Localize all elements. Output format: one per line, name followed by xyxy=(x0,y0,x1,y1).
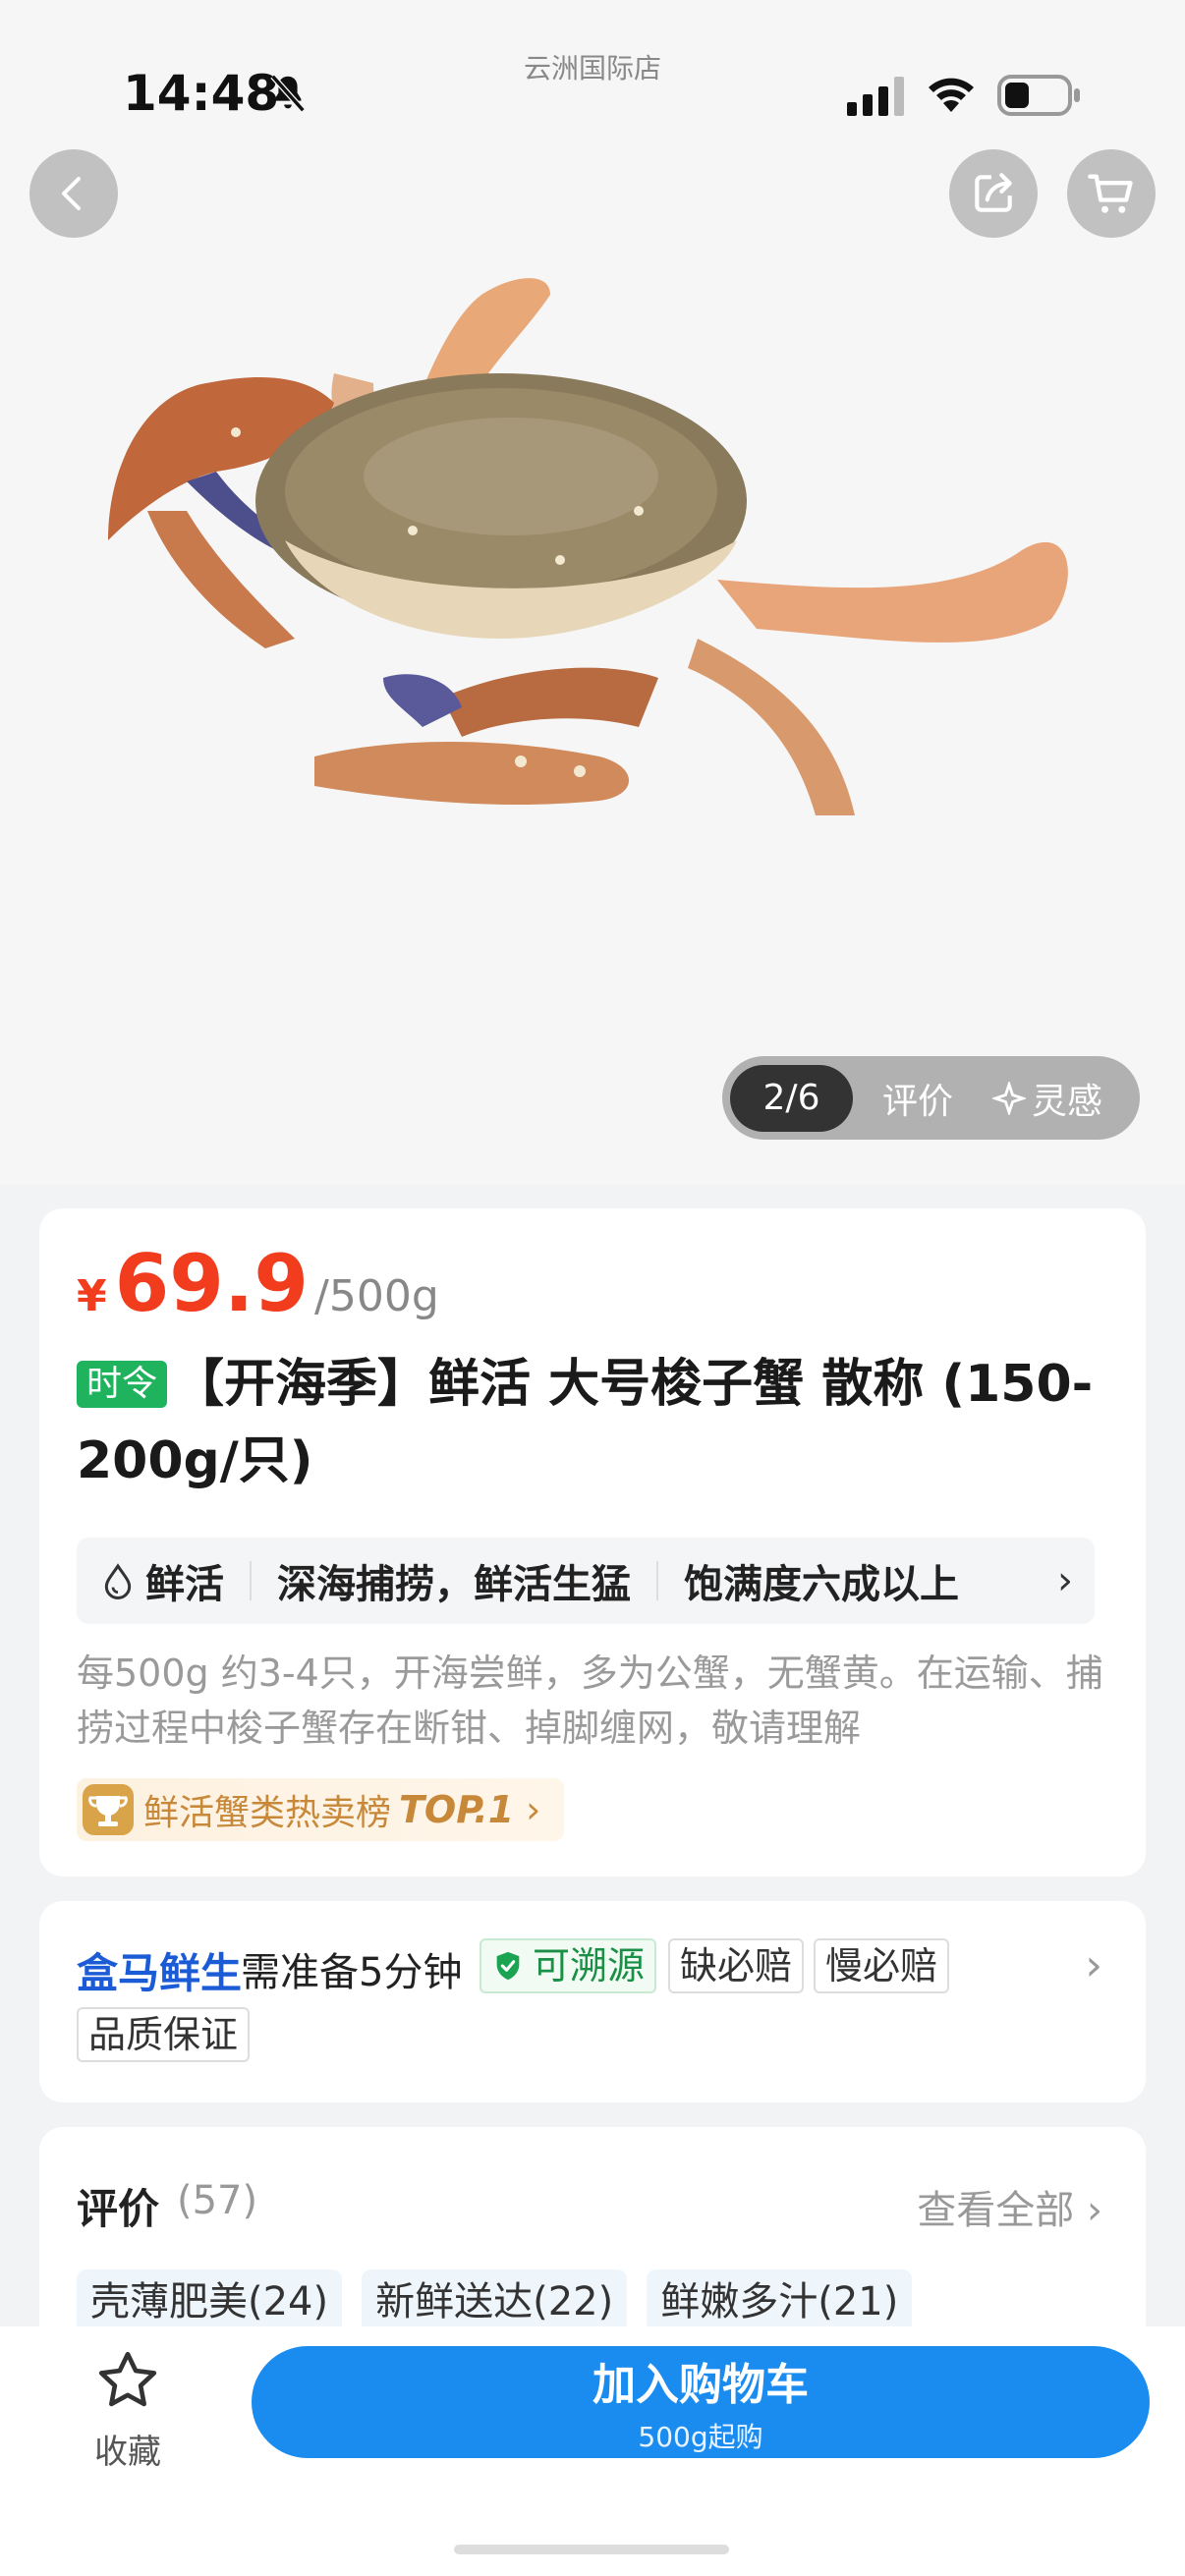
view-all-label: 查看全部 xyxy=(917,2188,1075,2233)
gallery-review-tab[interactable]: 评价 xyxy=(882,1073,953,1124)
share-icon xyxy=(975,173,1012,212)
product-title: 时令 【开海季】鲜活 大号梭子蟹 散称 (150-200g/只) xyxy=(77,1346,1108,1499)
crab-product-image xyxy=(108,278,1068,815)
traceable-badge: 可溯源 xyxy=(480,1938,657,1993)
min-purchase-note: 500g起购 xyxy=(638,2421,763,2453)
bottom-action-bar: 收藏 加入购物车 500g起购 xyxy=(0,2326,1185,2576)
price-value: 69.9 xyxy=(114,1238,310,1329)
view-all-reviews-link[interactable]: 查看全部 › xyxy=(917,2178,1102,2235)
cart-button[interactable] xyxy=(1067,149,1156,238)
gallery-ai-label: 灵感 xyxy=(1032,1081,1103,1122)
product-description: 每500g 约3-4只，开海尝鲜，多为公蟹，无蟹黄。在运输、捕捞过程中梭子蟹存在… xyxy=(77,1652,1103,1750)
prep-time-note: 需准备5分钟 xyxy=(241,1950,463,1995)
product-title-text: 【开海季】鲜活 大号梭子蟹 散称 (150-200g/只) xyxy=(77,1355,1094,1490)
price-currency: ¥ xyxy=(77,1271,107,1321)
trophy-icon xyxy=(83,1784,134,1835)
product-info-card: ¥ 69.9 /500g 时令 【开海季】鲜活 大号梭子蟹 散称 (150-200… xyxy=(39,1208,1146,1876)
review-tags: 壳薄肥美(24) 新鲜送达(22) 鲜嫩多汁(21) xyxy=(77,2269,913,2334)
shield-check-icon xyxy=(496,1951,520,1981)
gallery-counter[interactable]: 2/6 xyxy=(730,1064,853,1132)
attribute-divider xyxy=(250,1561,252,1600)
star-icon xyxy=(98,2351,157,2407)
seasonal-tag: 时令 xyxy=(77,1361,168,1408)
attribute-divider xyxy=(656,1561,658,1600)
store-brand: 盒马鲜生 xyxy=(77,1949,243,1997)
gallery-ai-tab[interactable]: 灵感 xyxy=(992,1073,1102,1124)
out-of-stock-guarantee-badge: 缺必赔 xyxy=(668,1938,805,1993)
add-to-cart-label: 加入购物车 xyxy=(592,2360,809,2410)
chevron-left-icon xyxy=(62,177,81,210)
sparkle-icon xyxy=(992,1081,1027,1115)
chevron-right-icon: › xyxy=(526,1788,541,1831)
favorite-button[interactable]: 收藏 xyxy=(59,2346,197,2473)
delivery-card[interactable]: 盒马鲜生 需准备5分钟 可溯源 缺必赔 慢必赔 品质保证 › xyxy=(39,1901,1146,2102)
chevron-right-icon: › xyxy=(1036,1538,1095,1624)
water-drop-icon xyxy=(104,1563,132,1599)
wifi-icon xyxy=(929,78,974,112)
home-indicator xyxy=(454,2545,729,2554)
quality-guarantee-badge: 品质保证 xyxy=(77,2007,251,2062)
product-image-gallery[interactable]: 14:48 云洲国际店 2/6 评价 灵感 xyxy=(0,0,1185,1184)
status-bar: 14:48 云洲国际店 xyxy=(0,0,1185,147)
favorite-label: 收藏 xyxy=(94,2433,161,2472)
attribute-fullness: 饱满度六成以上 xyxy=(684,1562,959,1607)
attribute-catch: 深海捕捞，鲜活生猛 xyxy=(277,1562,631,1607)
review-tag[interactable]: 新鲜送达(22) xyxy=(362,2269,628,2334)
ranking-text: 鲜活蟹类热卖榜 xyxy=(143,1793,392,1833)
attribute-fresh: 鲜活 xyxy=(145,1562,224,1607)
shopping-cart-icon xyxy=(1088,174,1133,213)
reviews-count: (57) xyxy=(177,2178,258,2223)
price: ¥ 69.9 /500g xyxy=(77,1238,439,1329)
cellular-signal-icon xyxy=(847,77,904,116)
attribute-row[interactable]: 鲜活 深海捕捞，鲜活生猛 饱满度六成以上 › xyxy=(77,1538,1095,1624)
review-tag[interactable]: 壳薄肥美(24) xyxy=(77,2269,343,2334)
gallery-tabs: 2/6 评价 灵感 xyxy=(722,1056,1140,1140)
price-unit: /500g xyxy=(314,1271,439,1321)
reviews-title: 评价 xyxy=(77,2185,160,2233)
add-to-cart-button[interactable]: 加入购物车 500g起购 xyxy=(252,2346,1150,2458)
ranking-top: TOP.1 xyxy=(399,1788,515,1831)
battery-icon xyxy=(997,75,1080,116)
ranking-badge[interactable]: 鲜活蟹类热卖榜 TOP.1 › xyxy=(77,1778,565,1841)
review-tag[interactable]: 鲜嫩多汁(21) xyxy=(647,2269,913,2334)
late-delivery-guarantee-badge: 慢必赔 xyxy=(814,1938,950,1993)
back-button[interactable] xyxy=(29,149,118,238)
share-button[interactable] xyxy=(949,149,1038,238)
traceable-label: 可溯源 xyxy=(533,1944,646,1988)
chevron-right-icon: › xyxy=(1085,1940,1102,1990)
